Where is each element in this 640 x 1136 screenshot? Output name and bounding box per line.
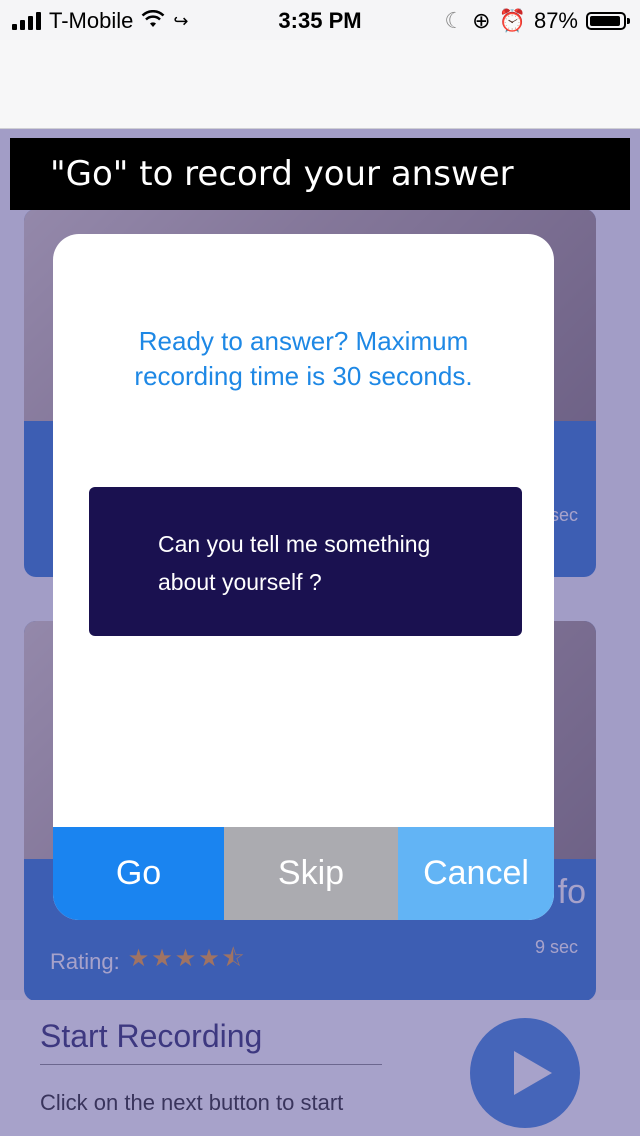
alarm-icon: ⏰ (498, 8, 526, 33)
question-box: Can you tell me something about yourself… (89, 487, 522, 636)
caption-banner: "Go" to record your answer (10, 138, 630, 210)
rotation-lock-icon: ⊕ (472, 8, 491, 33)
battery-icon (586, 12, 630, 30)
answer-dialog: Ready to answer? Maximum recording time … (53, 234, 554, 920)
skip-button[interactable]: Skip (224, 827, 398, 920)
question-text: Can you tell me something about yourself… (158, 531, 431, 595)
battery-percent: 87% (533, 8, 578, 33)
navigation-bar (0, 40, 640, 129)
dialog-prompt: Ready to answer? Maximum recording time … (134, 326, 473, 391)
moon-icon: ☾ (444, 8, 465, 33)
status-bar: T-Mobile ↪ 3:35 PM ☾ ⊕ ⏰ 87% (0, 0, 640, 40)
go-button[interactable]: Go (53, 827, 224, 920)
dialog-button-row: Go Skip Cancel (53, 827, 554, 920)
status-right: ☾ ⊕ ⏰ 87% (444, 8, 630, 34)
cancel-button[interactable]: Cancel (398, 827, 554, 920)
